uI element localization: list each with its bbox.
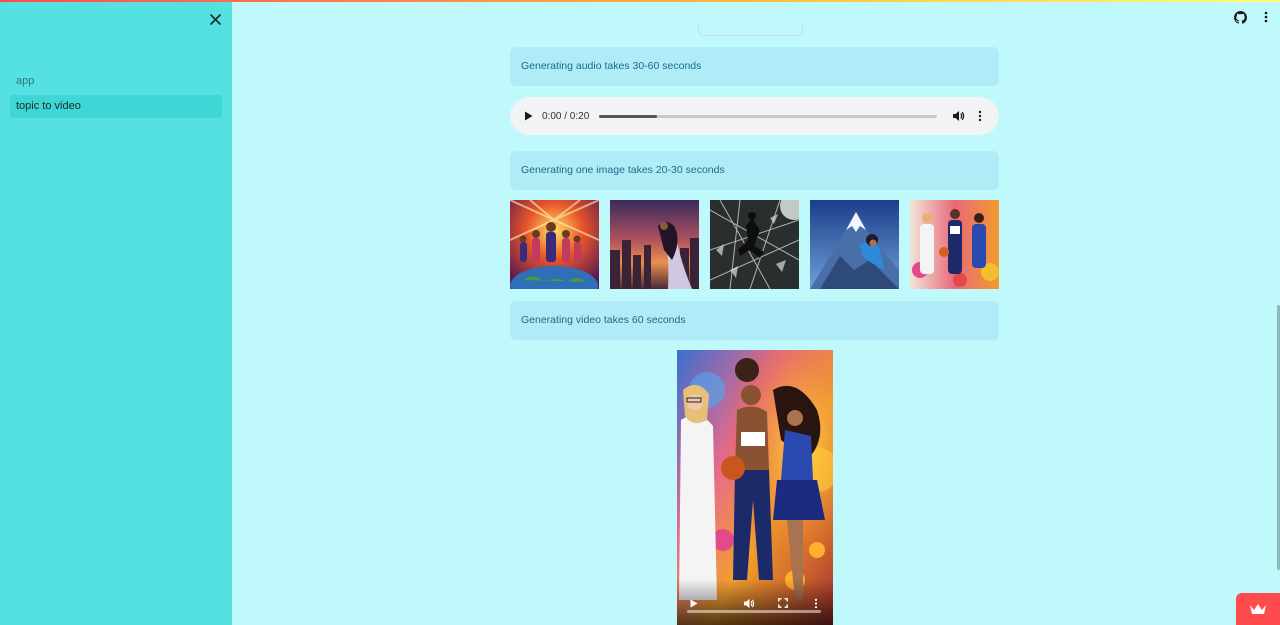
generated-image[interactable]: [510, 200, 599, 289]
generated-image[interactable]: [710, 200, 799, 289]
video-more-icon[interactable]: [810, 597, 822, 609]
crown-icon[interactable]: [1236, 593, 1280, 625]
audio-more-icon[interactable]: [973, 109, 987, 123]
top-decoration-bar: [0, 0, 1280, 2]
generated-image[interactable]: [910, 200, 999, 289]
close-icon[interactable]: [206, 10, 224, 28]
audio-seek-bar[interactable]: [599, 114, 937, 118]
sidebar: app topic to video: [0, 0, 232, 625]
image-info-alert: Generating one image takes 20-30 seconds: [510, 151, 999, 190]
audio-player: 0:00 / 0:20: [510, 97, 999, 135]
play-icon[interactable]: [522, 110, 534, 122]
generated-image[interactable]: [610, 200, 699, 289]
video-info-alert: Generating video takes 60 seconds: [510, 301, 999, 340]
volume-icon[interactable]: [951, 109, 965, 123]
previous-element-edge: [698, 24, 803, 36]
audio-time: 0:00 / 0:20: [542, 110, 590, 122]
video-seek-bar[interactable]: [687, 610, 821, 613]
play-icon[interactable]: [688, 597, 700, 609]
main-content: Generating audio takes 30-60 seconds 0:0…: [232, 0, 1280, 625]
image-gallery: [510, 200, 999, 290]
video-player[interactable]: [677, 350, 833, 625]
video-controls: [677, 579, 833, 625]
sidebar-nav: app topic to video: [10, 70, 222, 120]
generated-image[interactable]: [810, 200, 899, 289]
volume-icon[interactable]: [743, 597, 755, 609]
sidebar-item-topic-to-video[interactable]: topic to video: [10, 95, 222, 118]
audio-progress-fill: [599, 114, 657, 118]
fullscreen-icon[interactable]: [777, 597, 789, 609]
audio-info-alert: Generating audio takes 30-60 seconds: [510, 47, 999, 86]
sidebar-item-app[interactable]: app: [10, 70, 222, 93]
